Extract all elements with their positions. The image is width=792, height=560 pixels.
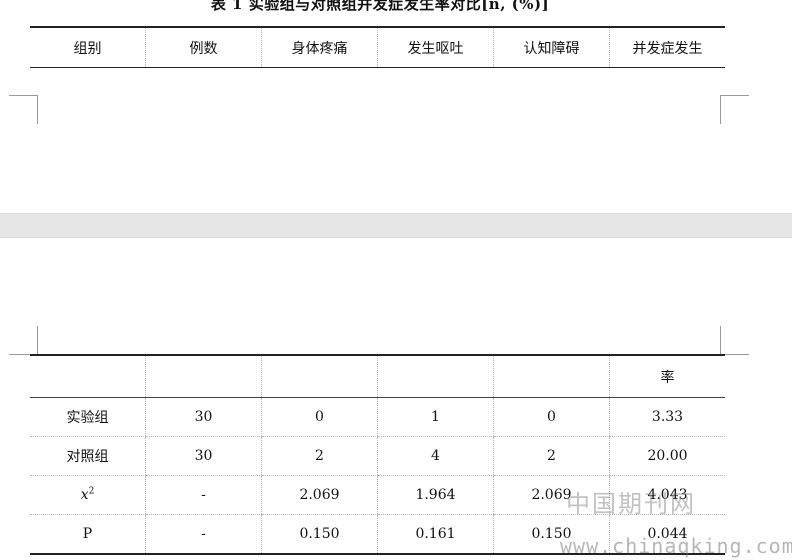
header-continued-cell [493, 355, 610, 398]
page-break [0, 213, 792, 238]
table-cell: 0.161 [377, 514, 494, 554]
table-caption: 表 1 实验组与对照组并发症发生率对比[n, (%)] [210, 0, 550, 13]
watermark-url: www.chinaqking.com [560, 534, 792, 558]
header-continued-cell [145, 355, 262, 398]
table-cell: 1.964 [377, 475, 494, 515]
row-label: 实验组 [30, 397, 146, 437]
table-cell: 2 [493, 436, 610, 476]
table-cell: 0 [261, 397, 378, 437]
table-cell: 3.33 [609, 397, 725, 437]
table-cell: 1 [377, 397, 494, 437]
header-group: 组别 [73, 40, 102, 57]
header-rate-continued: 率 [609, 355, 725, 398]
header-cognitive: 认知障碍 [493, 27, 610, 68]
table-cell: - [145, 475, 262, 515]
table-row: 实验组 30 0 1 0 3.33 [30, 397, 725, 437]
header-count: 例数 [145, 27, 262, 68]
chi-square-symbol: x2 [80, 486, 95, 504]
table-body: 率 实验组 30 0 1 0 3.33 对照组 30 2 4 2 20.00 x… [30, 354, 725, 555]
table-cell: - [145, 514, 262, 554]
header-continued-cell [377, 355, 494, 398]
table-cell: 20.00 [609, 436, 725, 476]
page-corner-mark [9, 326, 38, 355]
table-cell: 0.150 [261, 514, 378, 554]
page-corner-mark [9, 95, 38, 124]
page-corner-mark [720, 95, 749, 124]
watermark-site-name: 中国期刊网 [566, 490, 696, 518]
header-complication: 并发症发生 [609, 27, 725, 68]
header-pain: 身体疼痛 [261, 27, 378, 68]
table-cell: 2.069 [261, 475, 378, 515]
table-header-top: 组别 例数 身体疼痛 发生呕吐 认知障碍 并发症发生 [30, 26, 725, 68]
header-continued-cell [30, 355, 146, 398]
table-cell: 2 [261, 436, 378, 476]
page-corner-mark [720, 326, 749, 355]
table-cell: 0 [493, 397, 610, 437]
table-cell: 30 [145, 397, 262, 437]
header-continued-cell [261, 355, 378, 398]
header-vomit: 发生呕吐 [377, 27, 494, 68]
row-label: 对照组 [30, 436, 146, 476]
table-cell: 4 [377, 436, 494, 476]
table-cell: 30 [145, 436, 262, 476]
table-row: 对照组 30 2 4 2 20.00 [30, 436, 725, 476]
row-label: P [82, 526, 93, 542]
row-label: x2 [30, 475, 146, 515]
